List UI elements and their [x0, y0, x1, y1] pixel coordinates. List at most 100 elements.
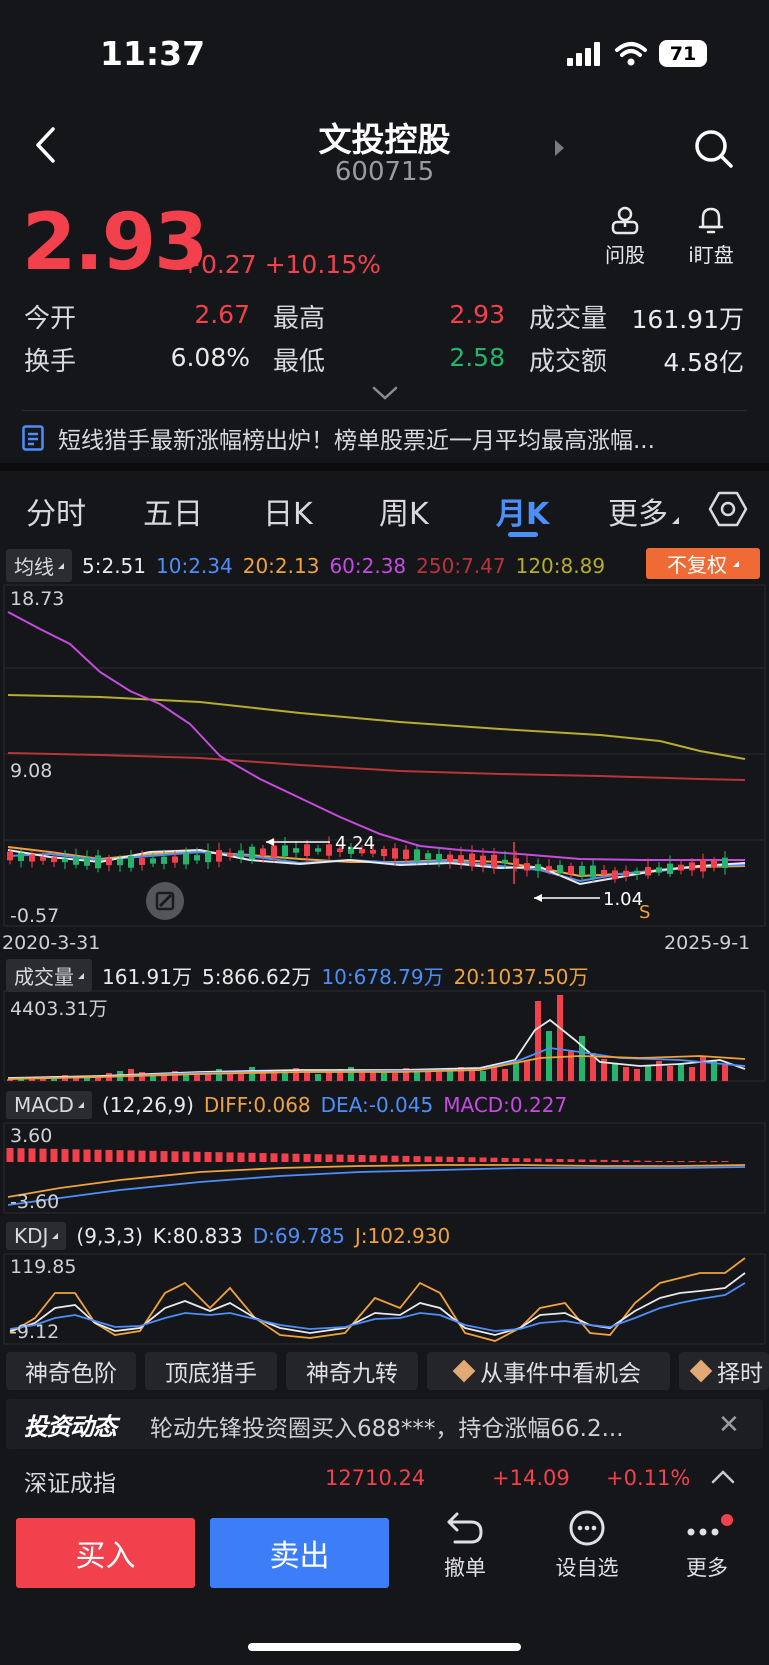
volume-value: 161.91万: [631, 305, 744, 334]
buy-button[interactable]: 买入: [16, 1518, 195, 1588]
ma-selector[interactable]: 均线: [6, 549, 72, 582]
candle-body: [579, 866, 585, 876]
candle-body: [315, 848, 321, 852]
macd-bar: [204, 1151, 212, 1162]
change-percent: +10.15%: [264, 250, 381, 279]
search-icon[interactable]: [693, 128, 735, 170]
volume-bar: [227, 1074, 233, 1081]
kdj-chart[interactable]: [0, 1253, 769, 1345]
candle-body: [62, 858, 68, 863]
tool-color-scale[interactable]: 神奇色阶: [6, 1352, 136, 1390]
open-value: 2.67: [194, 300, 250, 329]
low-mark-label: 1.04: [603, 889, 643, 910]
kline-chart[interactable]: 4.24 1.04 S: [0, 584, 769, 928]
macd-dea: DEA:-0.045: [320, 1093, 434, 1117]
ma120-line: [7, 694, 746, 760]
turnover-value: 6.08%: [170, 343, 250, 372]
tab-more[interactable]: 更多: [608, 489, 679, 533]
close-icon[interactable]: ✕: [718, 1410, 740, 1440]
macd-bar: [61, 1149, 69, 1162]
index-change: +14.09: [492, 1466, 570, 1490]
price-change: +0.27 +10.15%: [180, 250, 381, 279]
next-stock-icon[interactable]: [555, 140, 564, 156]
candle-body: [392, 848, 398, 859]
kdj-y-top: 119.85: [10, 1256, 77, 1278]
macd-bar: [633, 1160, 641, 1162]
volume-bar: [249, 1067, 255, 1081]
adjust-mode-button[interactable]: 不复权: [646, 548, 760, 579]
volume-y-top: 4403.31万: [10, 998, 108, 1020]
volume-bar: [612, 1063, 618, 1081]
kdj-d-line: [9, 1282, 746, 1332]
candle-body: [95, 855, 101, 869]
tool-timing-label: 择时: [717, 1361, 763, 1387]
cancel-order-button[interactable]: 撤单: [430, 1510, 500, 1582]
more-button[interactable]: 更多: [672, 1510, 742, 1582]
draw-tool-button[interactable]: [146, 882, 184, 920]
candle-body: [458, 855, 464, 864]
volume-bar: [392, 1073, 398, 1081]
chevron-down-icon[interactable]: [372, 386, 398, 400]
watch-button[interactable]: i盯盘: [678, 205, 744, 268]
macd-selector[interactable]: MACD: [6, 1091, 92, 1119]
candle-body: [216, 850, 222, 862]
tab-more-label: 更多: [608, 497, 668, 532]
volume-chart[interactable]: [0, 990, 769, 1082]
macd-bar: [699, 1161, 707, 1162]
candle-body: [623, 870, 629, 877]
macd-bar: [677, 1161, 685, 1162]
volume-selector[interactable]: 成交量: [6, 959, 92, 992]
tool-top-bottom[interactable]: 顶底猎手: [145, 1352, 277, 1390]
volume-bar: [84, 1078, 90, 1081]
add-watchlist-button[interactable]: 设自选: [552, 1510, 622, 1582]
candle-body: [106, 858, 112, 866]
sell-button[interactable]: 卖出: [210, 1518, 389, 1588]
document-icon: [22, 425, 44, 451]
ma5-value: 5:2.51: [82, 553, 146, 578]
tool-event-opportunity[interactable]: 从事件中看机会: [427, 1352, 670, 1390]
tab-daily-k[interactable]: 日K: [263, 489, 313, 533]
tab-five-day[interactable]: 五日: [143, 489, 203, 533]
settings-icon[interactable]: [708, 491, 748, 527]
ask-stock-button[interactable]: 问股: [595, 205, 655, 268]
macd-bar: [182, 1151, 190, 1162]
candle-body: [469, 853, 475, 867]
candle-body: [645, 866, 651, 876]
kdj-j-line: [9, 1257, 746, 1342]
kdj-selector[interactable]: KDJ: [6, 1222, 67, 1250]
candle-body: [568, 865, 574, 875]
candle-body: [491, 854, 497, 868]
wifi-icon: [615, 41, 647, 65]
tool-nine-turn[interactable]: 神奇九转: [286, 1352, 418, 1390]
tab-monthly-k[interactable]: 月K: [496, 489, 549, 533]
volume-bar: [370, 1072, 376, 1081]
macd-bar: [501, 1157, 509, 1162]
news-banner[interactable]: 短线猎手最新涨幅榜出炉！榜单股票近一月平均最高涨幅...: [22, 421, 655, 455]
volume-bar: [656, 1061, 662, 1081]
kline-y-mid: 9.08: [10, 760, 53, 782]
tab-intraday[interactable]: 分时: [26, 489, 86, 533]
candle-body: [447, 854, 453, 862]
macd-bar: [666, 1161, 674, 1162]
signal-icon: [567, 41, 600, 66]
candle-body: [205, 851, 211, 863]
home-indicator[interactable]: [248, 1643, 521, 1651]
battery-icon: 71: [659, 40, 707, 67]
volume-bar: [348, 1067, 354, 1081]
candle-body: [161, 856, 167, 864]
macd-chart[interactable]: [0, 1122, 769, 1214]
macd-bar: [358, 1155, 366, 1162]
macd-bar: [226, 1152, 234, 1162]
candle-body: [139, 857, 145, 865]
chevron-up-icon[interactable]: [711, 1470, 735, 1484]
volume-bar: [579, 1036, 585, 1081]
date-end: 2025-9-1: [664, 932, 751, 954]
tool-timing[interactable]: 择时: [679, 1352, 769, 1390]
candle-body: [414, 849, 420, 862]
macd-bar: [710, 1161, 718, 1162]
macd-bar: [303, 1153, 311, 1162]
date-start: 2020-3-31: [2, 932, 101, 954]
volume-ma5: 5:866.62万: [201, 965, 312, 989]
macd-bar: [655, 1160, 663, 1162]
tab-weekly-k[interactable]: 周K: [379, 489, 429, 533]
